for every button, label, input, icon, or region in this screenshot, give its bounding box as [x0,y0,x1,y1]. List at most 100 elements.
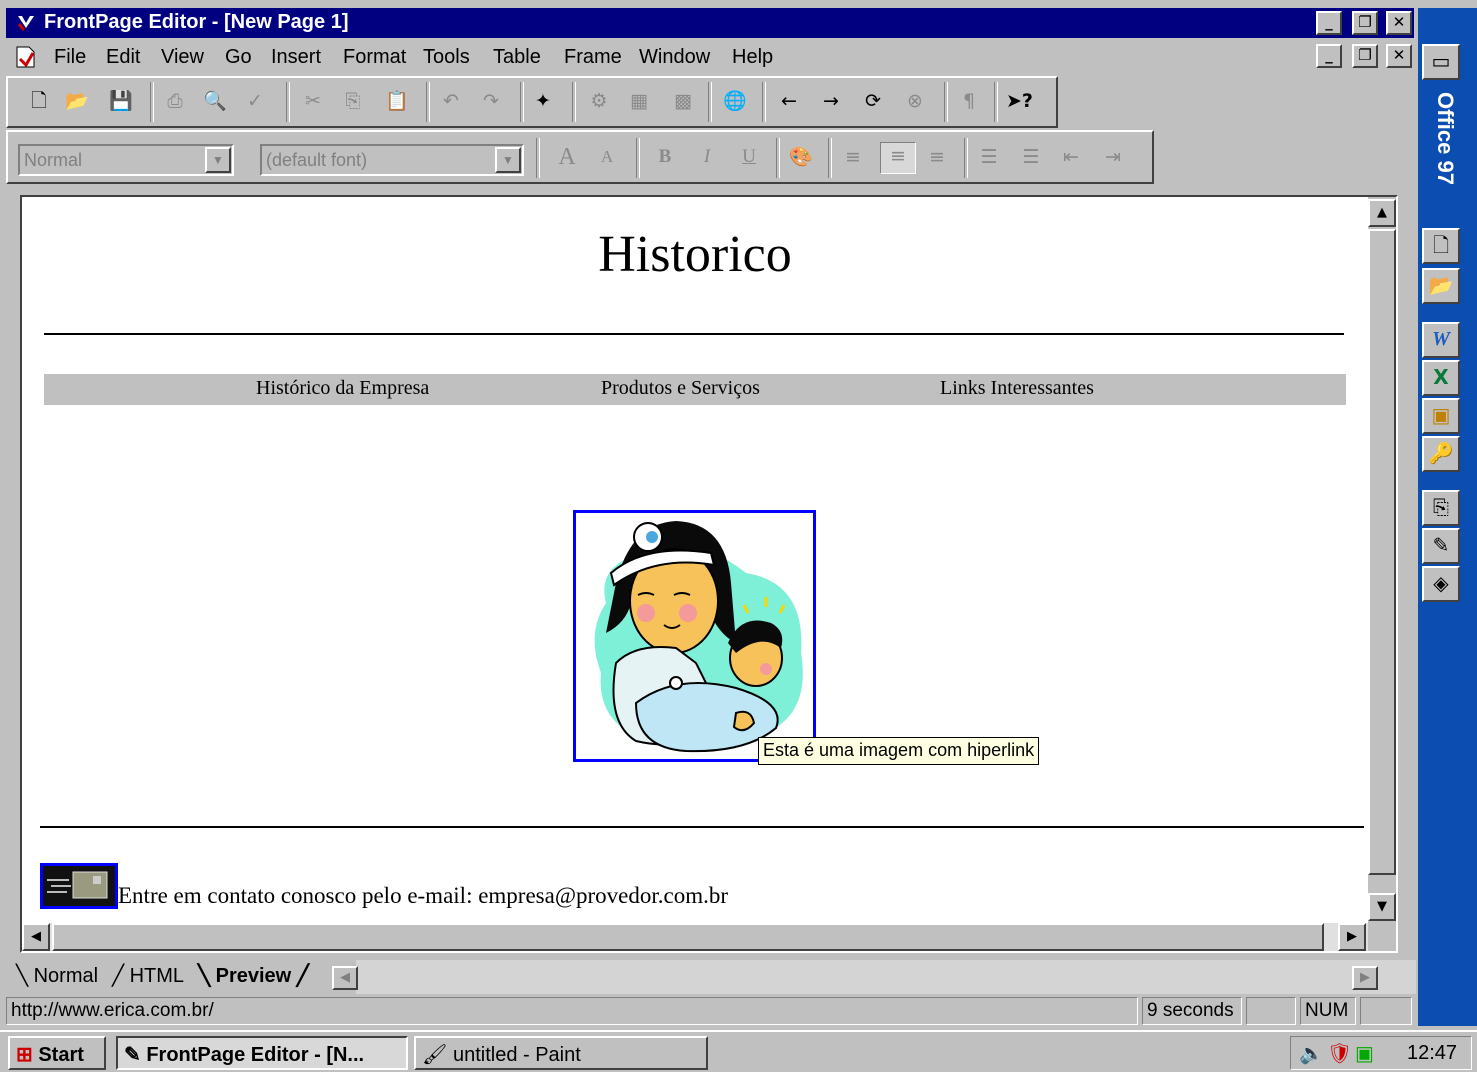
clock[interactable]: 12:47 [1407,1042,1457,1065]
show-paragraph-icon[interactable]: ¶ [956,88,982,114]
binder-icon[interactable]: ⎘ [1422,490,1460,526]
access-key-icon[interactable]: 🔑 [1422,436,1460,472]
monitor-icon[interactable]: ▣ [1355,1041,1374,1066]
menu-go[interactable]: Go [225,46,252,69]
office-label: Office 97 [1433,92,1458,185]
insert-image-icon[interactable]: ▩ [670,88,696,114]
refresh-icon[interactable]: ⟳ [860,88,886,114]
frontpage-task-icon: ✎ [124,1044,141,1066]
office-menu-button[interactable]: ▭ [1422,44,1460,80]
menu-insert[interactable]: Insert [271,46,321,69]
tab-preview[interactable]: ╲ Preview ╱ [198,963,309,988]
menu-frame[interactable]: Frame [564,46,622,69]
doc-close-button[interactable]: ✕ [1386,44,1412,68]
office-shortcut-bar: ▭ Office 97 🗋 📂 W X ▣ 🔑 ⎘ ✎ ◈ [1418,8,1477,1026]
menu-edit[interactable]: Edit [106,46,140,69]
doc-restore-button[interactable]: ❐ [1352,44,1378,68]
taskbar: ⊞ Start ✎ FrontPage Editor - [N... 🖌 unt… [0,1030,1477,1072]
mail-icon [47,871,108,899]
status-num: NUM [1300,997,1356,1025]
scroll-up-icon[interactable]: ▲ [1368,199,1396,227]
image-tooltip: Esta é uma imagem com hiperlink [758,737,1040,765]
nurse-with-baby-image [594,521,803,753]
office-tools-icon[interactable]: ◈ [1422,566,1460,602]
minimize-button[interactable]: _ [1316,11,1342,35]
font-select[interactable]: (default font) ▼ [260,144,524,176]
status-blank [1246,997,1296,1025]
help-pointer-icon[interactable]: ➤? [1006,88,1033,114]
menu-help[interactable]: Help [732,46,773,69]
powerpoint-icon[interactable]: ▣ [1422,398,1460,434]
tab-normal[interactable]: ╲ Normal [16,963,98,988]
antivirus-shield-icon[interactable]: 🛡 [1327,1041,1352,1066]
windows-logo-icon: ⊞ [16,1044,33,1066]
status-url: http://www.erica.com.br/ [6,997,1138,1025]
menu-format[interactable]: Format [343,46,406,69]
cut-icon[interactable]: ✂ [300,88,326,114]
frontpage-app-icon [17,16,34,31]
close-button[interactable]: ✕ [1386,11,1412,35]
frontpage-icon[interactable]: ✎ [1422,528,1460,564]
menu-tools[interactable]: Tools [423,46,470,69]
nav-link-historico[interactable]: Histórico da Empresa [256,377,429,400]
new-page-icon[interactable]: 🗋 [26,88,52,114]
copy-icon[interactable]: ⎘ [340,88,366,114]
excel-icon[interactable]: X [1422,360,1460,396]
bottom-divider [40,826,1364,828]
window-title: FrontPage Editor - [New Page 1] [44,11,349,33]
system-tray: 🔈 🛡 ▣ 12:47 [1290,1036,1472,1070]
insert-webbot-icon[interactable]: ⚙ [586,88,612,114]
document-icon [14,45,38,69]
stop-icon[interactable]: ⊗ [902,88,928,114]
undo-icon[interactable]: ↶ [438,88,464,114]
nav-band: Histórico da Empresa Produtos e Serviços… [44,374,1346,405]
chevron-down-icon[interactable]: ▼ [495,147,521,173]
tab-html[interactable]: ╱ HTML [112,963,184,988]
redo-icon[interactable]: ↷ [478,88,504,114]
scroll-thumb[interactable] [1368,229,1396,875]
paste-icon[interactable]: 📋 [384,88,410,114]
forward-arrow-icon[interactable]: → [818,88,844,114]
open-office-document-icon[interactable]: 📂 [1422,268,1460,304]
speaker-icon[interactable]: 🔈 [1299,1041,1324,1066]
print-icon[interactable]: ⎙ [162,88,188,114]
menu-window[interactable]: Window [639,46,710,69]
paint-task-icon: 🖌 [422,1044,448,1066]
hyperlink-icon[interactable]: 🌐 [722,88,748,114]
open-folder-icon[interactable]: 📂 [64,88,90,114]
tab-scroll-right-icon[interactable]: ▶ [1352,966,1378,990]
menu-file[interactable]: File [54,46,86,69]
chevron-down-icon[interactable]: ▼ [205,147,231,173]
save-icon[interactable]: 💾 [108,88,134,114]
nav-link-produtos[interactable]: Produtos e Serviços [601,377,760,400]
back-arrow-icon[interactable]: ← [776,88,802,114]
scroll-down-icon[interactable]: ▼ [1368,893,1396,921]
email-image-link[interactable] [40,863,118,909]
spelling-icon[interactable]: ✓ [242,88,268,114]
h-scroll-thumb[interactable] [52,923,1324,951]
style-select-value: Normal [24,150,83,170]
print-preview-icon[interactable]: 🔍 [202,88,228,114]
nav-link-links[interactable]: Links Interessantes [940,377,1094,400]
start-button[interactable]: ⊞ Start [8,1036,106,1070]
new-office-document-icon[interactable]: 🗋 [1422,228,1460,264]
style-select[interactable]: Normal ▼ [18,144,234,176]
clipart-image-link[interactable] [573,510,816,762]
menu-view[interactable]: View [161,46,204,69]
word-icon[interactable]: W [1422,322,1460,358]
scroll-left-icon[interactable]: ◀ [22,923,50,951]
preview-pane[interactable]: Historico Histórico da Empresa Produtos … [22,197,1368,925]
page-heading: Historico [598,226,792,283]
task-paint[interactable]: 🖌 untitled - Paint [414,1036,708,1070]
scroll-right-icon[interactable]: ▶ [1338,923,1366,951]
menu-table[interactable]: Table [493,46,541,69]
top-divider [44,333,1344,335]
insert-table-icon[interactable]: ▦ [626,88,652,114]
standard-toolbar-buttons: 🗋 📂 💾 ⎙ 🔍 ✓ ✂ ⎘ 📋 ↶ ↷ ✦ ⚙ ▦ ▩ 🌐 ← → ⟳ ⊗ … [6,76,1058,128]
restore-button[interactable]: ❐ [1352,11,1378,35]
task-frontpage[interactable]: ✎ FrontPage Editor - [N... [116,1036,408,1070]
tab-scroll-left-icon[interactable]: ◀ [332,966,358,990]
doc-minimize-button[interactable]: _ [1316,44,1342,68]
web-settings-icon[interactable]: ✦ [530,88,556,114]
title-bar: FrontPage Editor - [New Page 1] _ ❐ ✕ [6,8,1414,38]
